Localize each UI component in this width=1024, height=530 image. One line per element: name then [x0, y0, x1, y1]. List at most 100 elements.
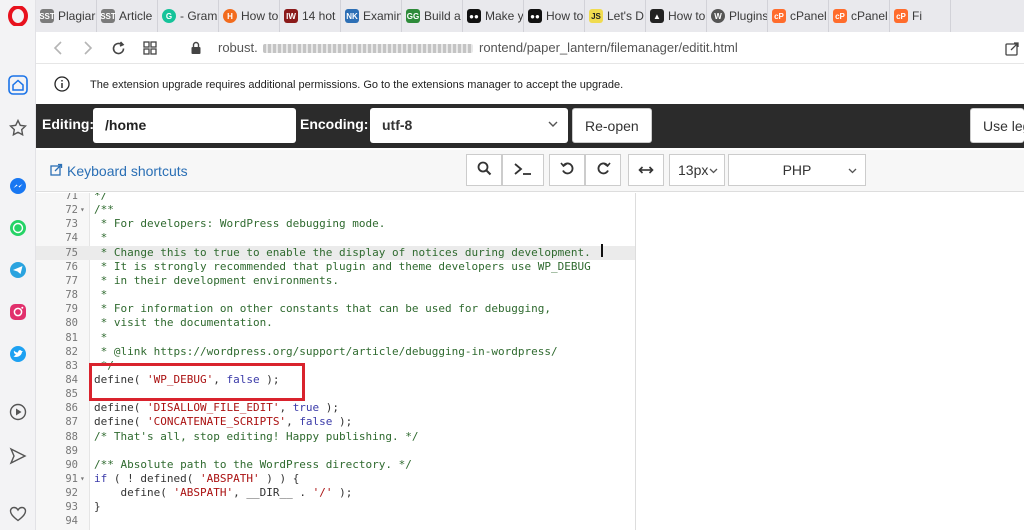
code-line: 80 * visit the documentation.	[36, 316, 635, 330]
tab-grid-icon[interactable]	[142, 40, 158, 56]
whatsapp-icon[interactable]	[8, 218, 28, 238]
code-editor[interactable]: 71 */72 ▾/** 73 * For developers: WordPress…	[36, 193, 636, 530]
code-text: if ( ! defined( 'ABSPATH' ) ) {	[94, 472, 299, 486]
speed-dial-icon[interactable]	[8, 118, 28, 138]
tab-label: 14 hot	[302, 9, 336, 23]
home-icon[interactable]	[8, 75, 28, 95]
opera-logo-icon[interactable]	[8, 6, 28, 26]
player-icon[interactable]	[8, 402, 28, 422]
back-icon[interactable]	[50, 40, 66, 56]
browser-tab[interactable]: H How to	[219, 0, 280, 32]
instagram-icon[interactable]	[8, 302, 28, 322]
tab-label: How to	[241, 9, 279, 23]
fold-toggle-icon[interactable]: ▾	[80, 472, 88, 486]
code-token: *	[94, 330, 108, 344]
text-cursor	[601, 244, 603, 257]
browser-window: SST Plagiari SST Article G - Gram H How to IW 14 …	[0, 0, 1024, 530]
search-button[interactable]	[466, 154, 502, 186]
keyboard-shortcuts-label: Keyboard shortcuts	[67, 163, 188, 179]
heart-icon[interactable]	[8, 504, 28, 524]
browser-tab[interactable]: GG Build a	[402, 0, 463, 32]
tab-label: Plagiari	[58, 9, 97, 23]
code-line: 93}	[36, 500, 635, 514]
browser-tab[interactable]: cP cPanel	[829, 0, 890, 32]
mode-select[interactable]: PHP	[728, 154, 866, 186]
url-field[interactable]: robust. rontend/paper_lantern/filemanage…	[218, 40, 738, 55]
encoding-label: Encoding:	[300, 116, 369, 132]
browser-tab[interactable]: ●● How to	[524, 0, 585, 32]
code-token: ) ) {	[259, 472, 300, 485]
browser-tab[interactable]: NK Examin	[341, 0, 402, 32]
code-line: 72 ▾ /**	[36, 203, 635, 217]
encoding-select[interactable]: utf-8	[370, 108, 568, 143]
code-token: ,	[286, 415, 300, 429]
code-token: );	[332, 486, 353, 500]
go-to-line-button[interactable]	[502, 154, 544, 186]
undo-button[interactable]	[549, 154, 585, 186]
code-token: * @link https://wordpress.org/support/ar…	[94, 344, 558, 358]
code-line: 79 * For information on other constants …	[36, 302, 635, 316]
reload-icon[interactable]	[110, 40, 126, 56]
messenger-icon[interactable]	[8, 176, 28, 196]
line-number: 85	[65, 388, 78, 401]
forward-icon[interactable]	[80, 40, 96, 56]
code-text: define( 'CONCATENATE_SCRIPTS', false );	[94, 415, 352, 429]
code-line: 71 */	[36, 193, 635, 203]
code-token: /* That's all, stop editing! Happy publi…	[94, 429, 419, 443]
browser-tab[interactable]: IW 14 hot	[280, 0, 341, 32]
telegram-icon[interactable]	[8, 260, 28, 280]
tab-label: Make y	[485, 9, 524, 23]
share-icon[interactable]	[1004, 40, 1020, 56]
code-token: '/'	[312, 486, 333, 500]
use-legacy-button[interactable]: Use leg	[970, 108, 1024, 143]
iw-icon: IW	[284, 9, 298, 23]
reopen-button[interactable]: Re-open	[572, 108, 652, 143]
browser-tab[interactable]: cP cPanel	[768, 0, 829, 32]
browser-tab[interactable]: ▲ How to	[646, 0, 707, 32]
info-icon	[54, 76, 70, 97]
redo-button[interactable]	[585, 154, 621, 186]
font-size-select[interactable]: 13px	[669, 154, 725, 186]
browser-tab[interactable]: W Plugins	[707, 0, 768, 32]
keyboard-shortcuts-link[interactable]: Keyboard shortcuts	[50, 163, 188, 179]
line-number: 75	[65, 246, 78, 259]
tab-label: Plugins	[729, 9, 768, 23]
code-token: 'CONCATENATE_SCRIPTS'	[146, 415, 287, 429]
browser-tab[interactable]: SST Plagiari	[36, 0, 97, 32]
wrap-toggle-button[interactable]	[628, 154, 664, 186]
fold-toggle-icon[interactable]: ▾	[80, 203, 88, 217]
terminal-icon	[513, 162, 533, 179]
code-text: * @link https://wordpress.org/support/ar…	[94, 345, 558, 359]
line-number: 84	[65, 373, 78, 386]
browser-tab[interactable]: JS Let's D	[585, 0, 646, 32]
code-token: true	[292, 401, 320, 415]
chevron-down-icon	[709, 164, 718, 181]
code-token: 'ABSPATH'	[199, 472, 260, 485]
cpanel-icon: cP	[894, 9, 908, 23]
wordpress-icon: W	[711, 9, 725, 23]
mode-value: PHP	[782, 162, 812, 178]
sst-icon: SST	[39, 9, 55, 23]
editing-label: Editing:	[42, 116, 95, 132]
browser-tab[interactable]: cP Fi	[890, 0, 951, 32]
code-token: * For developers: WordPress debugging mo…	[94, 217, 386, 231]
sst-icon: SST	[100, 9, 116, 23]
browser-sidebar	[0, 0, 36, 530]
code-text: define( 'DISALLOW_FILE_EDIT', true );	[94, 401, 339, 415]
line-number: 83	[65, 359, 78, 372]
browser-tab[interactable]: SST Article	[97, 0, 158, 32]
send-icon[interactable]	[8, 446, 28, 466]
cpanel-icon: cP	[772, 9, 786, 23]
lock-icon[interactable]	[188, 40, 204, 56]
browser-tab[interactable]: G - Gram	[158, 0, 219, 32]
line-number: 91	[65, 473, 78, 485]
twitter-icon[interactable]	[8, 344, 28, 364]
tab-label: cPanel	[790, 9, 827, 23]
code-token: * For information on other constants tha…	[94, 302, 551, 316]
line-number: 82	[65, 345, 78, 358]
tab-label: Let's D	[607, 9, 644, 23]
url-host: robust.	[218, 40, 258, 55]
file-path-field[interactable]: /home	[93, 108, 296, 143]
line-number: 77	[65, 274, 78, 287]
browser-tab[interactable]: ●● Make y	[463, 0, 524, 32]
